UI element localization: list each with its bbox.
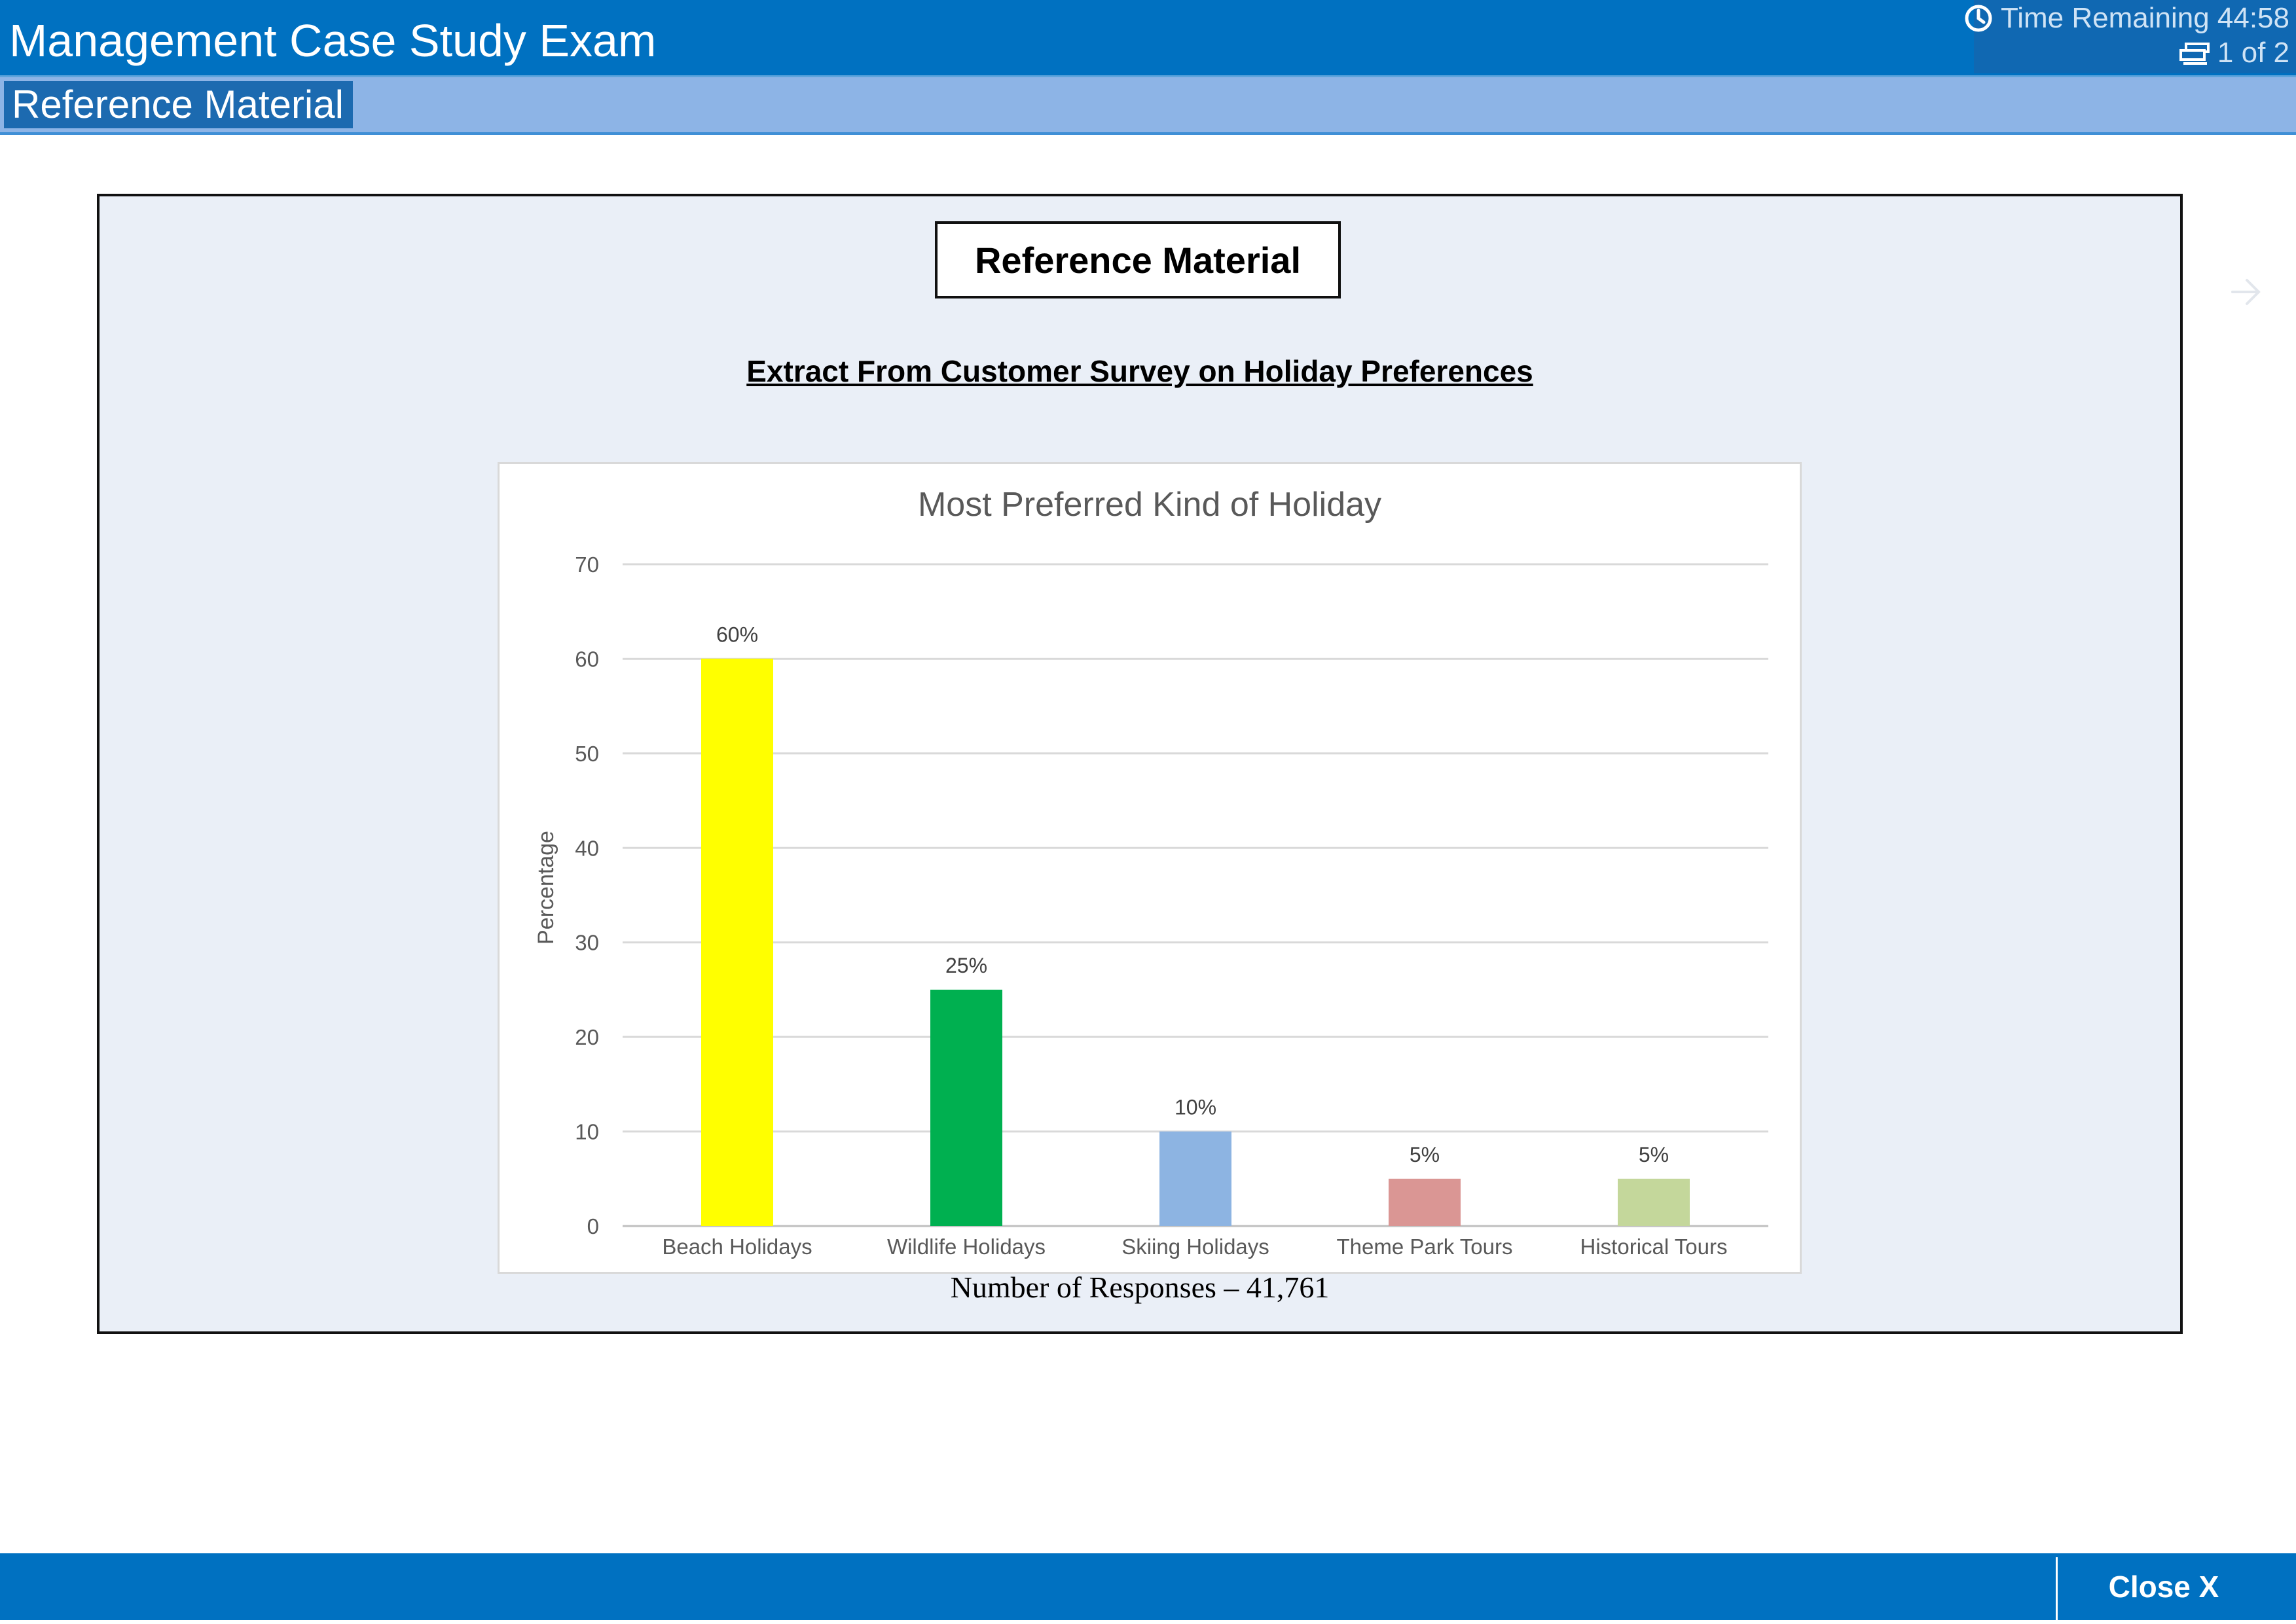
y-tick-label: 60 [575,647,599,671]
x-tick-label: Historical Tours [1580,1235,1728,1259]
x-tick-label: Wildlife Holidays [887,1235,1046,1259]
time-remaining: Time Remaining 44:58 [1964,1,2289,35]
y-tick-label: 20 [575,1025,599,1049]
tab-reference-material[interactable]: Reference Material [4,81,353,128]
y-tick-label: 30 [575,931,599,955]
page-indicator-text: 1 of 2 [2217,37,2289,69]
pages-icon [2178,40,2211,66]
y-tick-label: 10 [575,1120,599,1144]
clock-icon [1964,4,1993,33]
exam-title: Management Case Study Exam [9,15,657,66]
bottom-bar: Close X [0,1553,2296,1620]
section-bar: Reference Material [0,77,2296,135]
bar [930,989,1002,1226]
data-label: 5% [1410,1143,1440,1166]
responses-note: Number of Responses – 41,761 [950,1271,1330,1304]
reference-panel: Reference Material Extract From Customer… [97,194,2183,1334]
time-remaining-text: Time Remaining 44:58 [2000,2,2289,34]
data-label: 5% [1639,1143,1669,1166]
reference-heading: Reference Material [935,221,1341,298]
x-tick-label: Beach Holidays [662,1235,812,1259]
status-panel: Time Remaining 44:58 1 of 2 [1965,0,2296,73]
data-label: 10% [1175,1096,1216,1119]
close-button[interactable]: Close X [2060,1553,2268,1620]
bar-chart: Most Preferred Kind of Holiday Percentag… [534,486,1768,1259]
y-tick-label: 0 [587,1214,599,1238]
extract-title: Extract From Customer Survey on Holiday … [746,354,1533,388]
chart-title: Most Preferred Kind of Holiday [918,486,1381,524]
top-bar: Management Case Study Exam Time Remainin… [0,0,2296,77]
bar [701,659,773,1226]
data-label: 60% [716,623,758,646]
bar [1618,1178,1690,1226]
bar [1389,1178,1461,1226]
y-tick-label: 70 [575,552,599,577]
y-axis-label: Percentage [534,831,558,945]
arrow-right-icon[interactable] [2227,274,2264,310]
x-tick-label: Skiing Holidays [1121,1235,1269,1259]
footer-divider [2056,1557,2058,1620]
data-label: 25% [945,954,987,977]
y-tick-label: 50 [575,742,599,766]
bar [1159,1131,1231,1226]
chart-container: Most Preferred Kind of Holiday Percentag… [498,462,1802,1274]
y-tick-label: 40 [575,836,599,860]
page-indicator: 1 of 2 [2178,37,2289,69]
x-tick-label: Theme Park Tours [1337,1235,1513,1259]
